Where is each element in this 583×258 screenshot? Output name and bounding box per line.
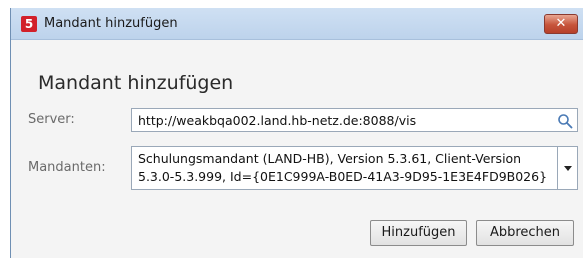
search-icon[interactable] <box>557 113 573 129</box>
close-icon: ✕ <box>555 16 567 31</box>
window-title: Mandant hinzufügen <box>44 16 178 31</box>
chevron-down-icon <box>564 166 572 171</box>
mandant-line-2: 5.3.0-5.3.999, Id={0E1C999A-B0ED-41A3-9D… <box>138 169 548 184</box>
title-bar[interactable]: 5 Mandant hinzufügen ✕ <box>11 8 583 40</box>
add-button[interactable]: Hinzufügen <box>370 220 467 246</box>
close-button[interactable]: ✕ <box>544 14 578 34</box>
mandanten-dropdown-button[interactable] <box>557 146 578 190</box>
server-input-value: http://weakbqa002.land.hb-netz.de:8088/v… <box>138 113 417 128</box>
dialog-window: 5 Mandant hinzufügen ✕ Mandant hinzufüge… <box>10 8 583 258</box>
mandanten-label: Mandanten: <box>28 160 106 175</box>
server-input[interactable]: http://weakbqa002.land.hb-netz.de:8088/v… <box>131 108 578 132</box>
dialog-heading: Mandant hinzufügen <box>38 72 234 94</box>
server-label: Server: <box>28 112 75 127</box>
cancel-button[interactable]: Abbrechen <box>476 220 574 246</box>
mandanten-select[interactable]: Schulungsmandant (LAND-HB), Version 5.3.… <box>131 146 558 190</box>
app-logo-icon: 5 <box>21 16 37 32</box>
mandant-line-1: Schulungsmandant (LAND-HB), Version 5.3.… <box>138 151 522 166</box>
